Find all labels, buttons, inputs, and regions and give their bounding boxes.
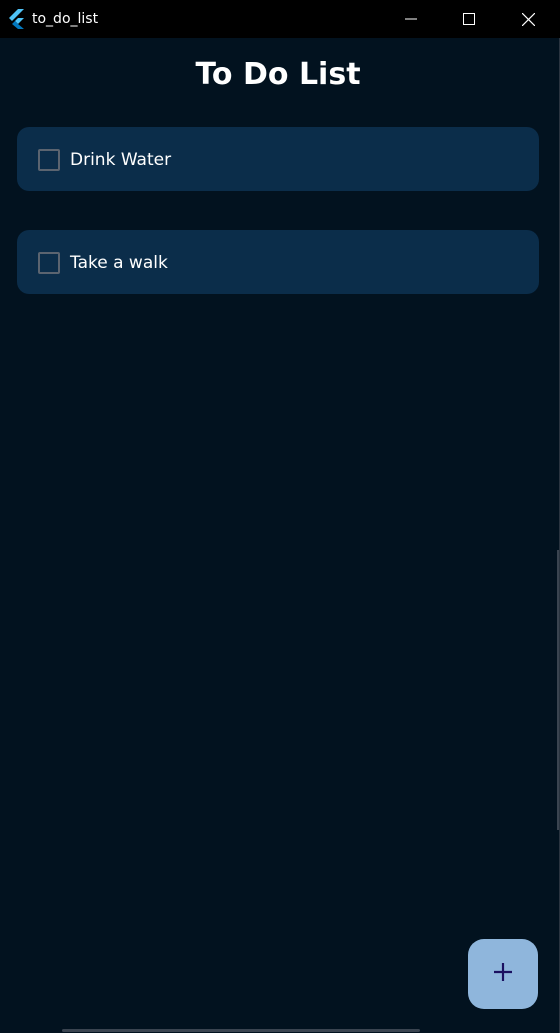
- title-bar[interactable]: to_do_list: [0, 0, 560, 38]
- add-todo-button[interactable]: [468, 939, 538, 1009]
- close-button[interactable]: [499, 0, 557, 38]
- plus-icon: [492, 961, 514, 987]
- app-window: to_do_list To Do List Drink Water Take a…: [0, 0, 560, 1033]
- horizontal-scrollbar[interactable]: [62, 1029, 420, 1032]
- todo-checkbox[interactable]: [38, 252, 60, 274]
- maximize-icon: [463, 13, 475, 25]
- flutter-logo-icon: [8, 9, 26, 29]
- todo-label: Take a walk: [70, 253, 168, 273]
- minimize-icon: [405, 13, 417, 25]
- window-title: to_do_list: [32, 11, 99, 27]
- todo-item[interactable]: Drink Water: [17, 127, 539, 191]
- todo-list: Drink Water Take a walk: [17, 127, 539, 333]
- page-title: To Do List: [195, 57, 361, 92]
- todo-label: Drink Water: [70, 150, 172, 170]
- maximize-button[interactable]: [440, 0, 498, 38]
- vertical-scrollbar[interactable]: [557, 550, 559, 830]
- minimize-button[interactable]: [382, 0, 440, 38]
- close-icon: [521, 12, 535, 26]
- todo-item[interactable]: Take a walk: [17, 230, 539, 294]
- todo-checkbox[interactable]: [38, 149, 60, 171]
